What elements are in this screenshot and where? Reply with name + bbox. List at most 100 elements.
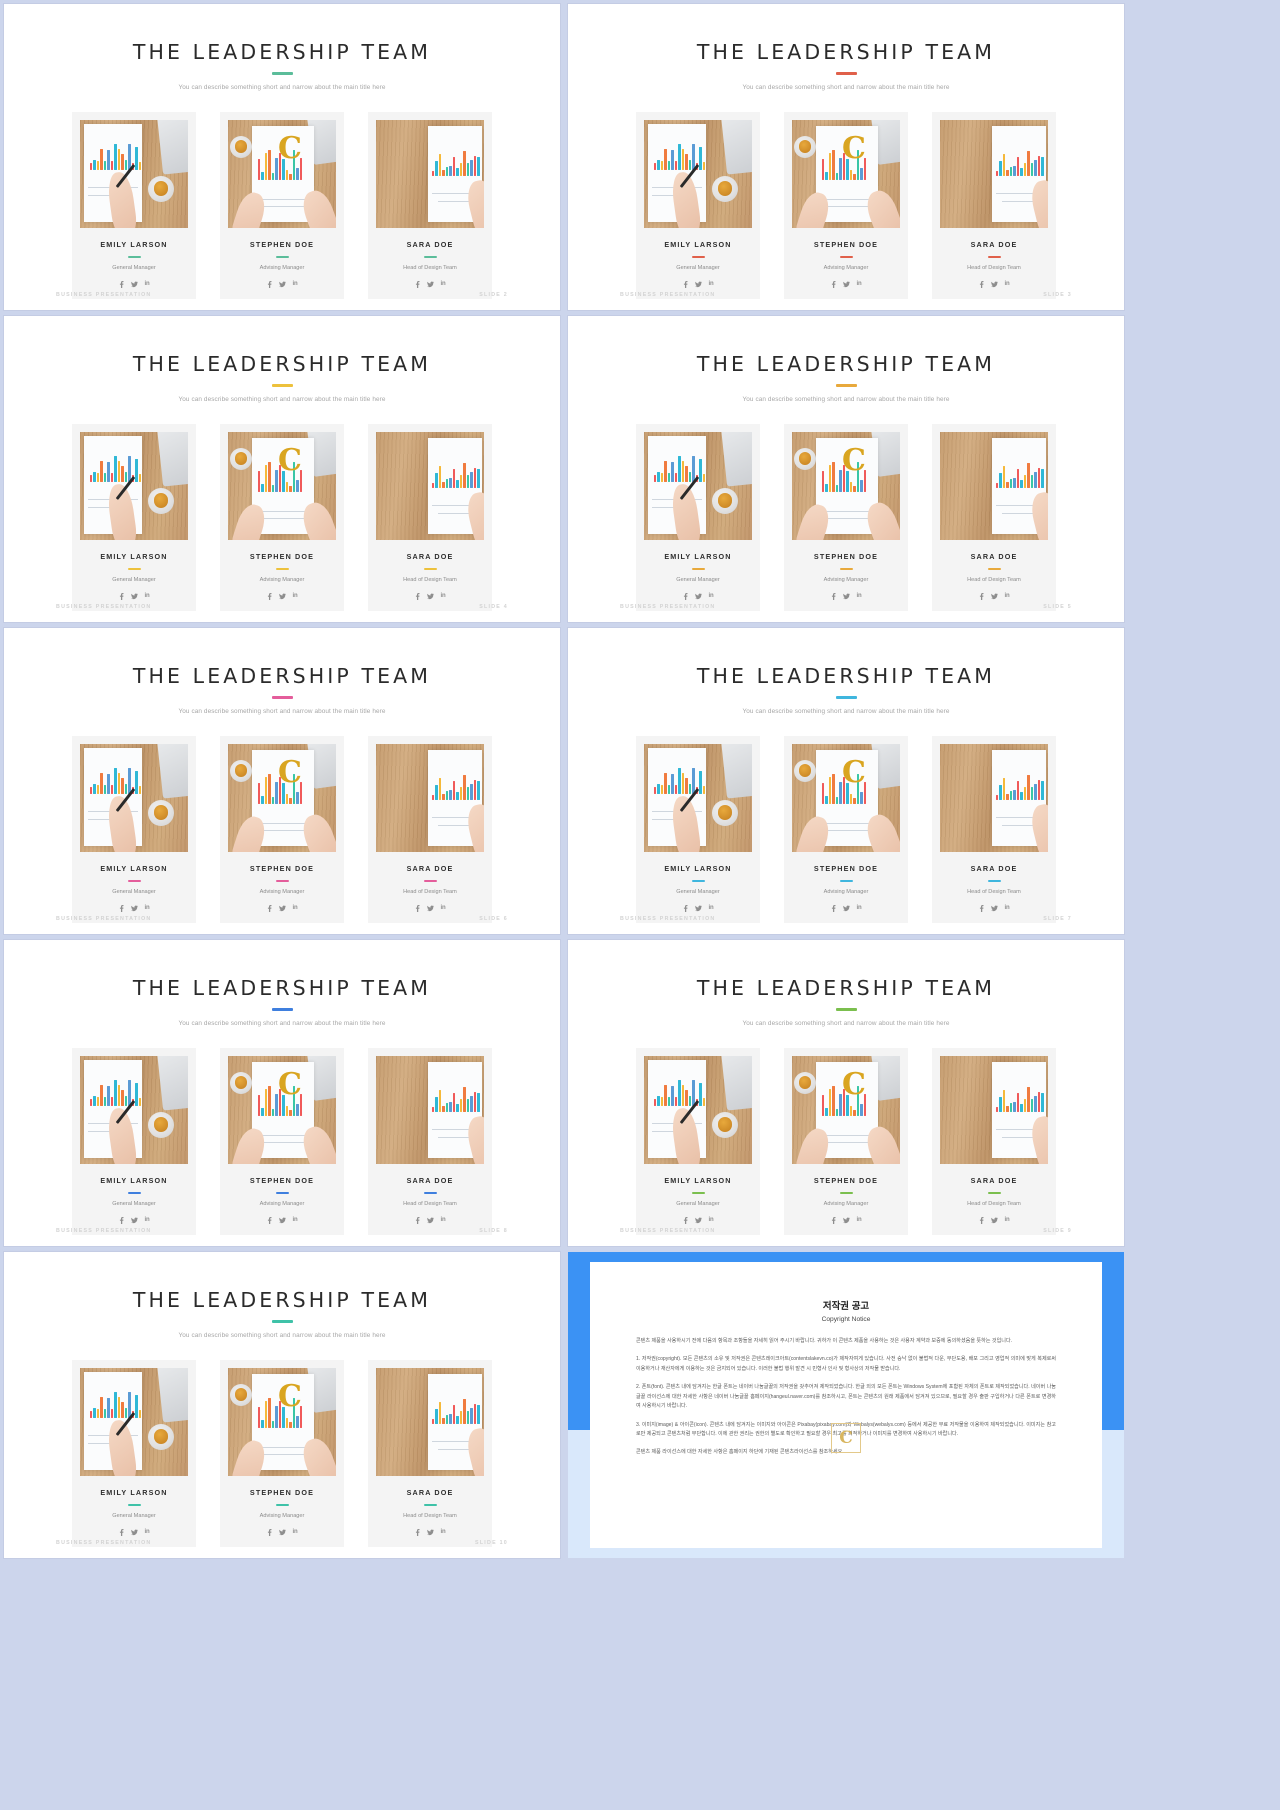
twitter-icon[interactable] bbox=[426, 593, 434, 600]
twitter-icon[interactable] bbox=[278, 281, 286, 288]
social-links[interactable]: in bbox=[683, 592, 714, 600]
facebook-icon[interactable] bbox=[683, 592, 688, 600]
copyright-slide-thumbnail[interactable]: 저작권 공고 Copyright Notice C 콘텐츠 제품을 사용하시기 … bbox=[568, 1252, 1124, 1558]
facebook-icon[interactable] bbox=[267, 280, 272, 288]
linkedin-icon[interactable]: in bbox=[709, 281, 714, 287]
twitter-icon[interactable] bbox=[990, 281, 998, 288]
team-member-card[interactable]: C STEPHEN DOE Advising Manager in bbox=[784, 735, 908, 923]
facebook-icon[interactable] bbox=[831, 904, 836, 912]
slide-thumbnail[interactable]: THE LEADERSHIP TEAM You can describe som… bbox=[568, 4, 1124, 310]
linkedin-icon[interactable]: in bbox=[145, 1217, 150, 1223]
twitter-icon[interactable] bbox=[842, 593, 850, 600]
facebook-icon[interactable] bbox=[831, 1216, 836, 1224]
facebook-icon[interactable] bbox=[415, 1528, 420, 1536]
twitter-icon[interactable] bbox=[694, 1217, 702, 1224]
twitter-icon[interactable] bbox=[426, 1529, 434, 1536]
team-member-card[interactable]: C STEPHEN DOE Advising Manager in bbox=[220, 111, 344, 299]
team-member-card[interactable]: EMILY LARSON General Manager in bbox=[636, 423, 760, 611]
facebook-icon[interactable] bbox=[415, 904, 420, 912]
facebook-icon[interactable] bbox=[979, 592, 984, 600]
team-member-card[interactable]: C STEPHEN DOE Advising Manager in bbox=[220, 423, 344, 611]
linkedin-icon[interactable]: in bbox=[709, 593, 714, 599]
team-member-card[interactable]: C STEPHEN DOE Advising Manager in bbox=[784, 1047, 908, 1235]
linkedin-icon[interactable]: in bbox=[441, 1529, 446, 1535]
social-links[interactable]: in bbox=[683, 280, 714, 288]
linkedin-icon[interactable]: in bbox=[145, 1529, 150, 1535]
social-links[interactable]: in bbox=[415, 592, 446, 600]
linkedin-icon[interactable]: in bbox=[857, 905, 862, 911]
twitter-icon[interactable] bbox=[842, 905, 850, 912]
facebook-icon[interactable] bbox=[267, 1216, 272, 1224]
twitter-icon[interactable] bbox=[426, 905, 434, 912]
slide-thumbnail[interactable]: THE LEADERSHIP TEAM You can describe som… bbox=[4, 628, 560, 934]
social-links[interactable]: in bbox=[415, 904, 446, 912]
team-member-card[interactable]: C STEPHEN DOE Advising Manager in bbox=[220, 1359, 344, 1547]
team-member-card[interactable]: EMILY LARSON General Manager in bbox=[636, 735, 760, 923]
social-links[interactable]: in bbox=[683, 904, 714, 912]
linkedin-icon[interactable]: in bbox=[441, 593, 446, 599]
social-links[interactable]: in bbox=[119, 592, 150, 600]
team-member-card[interactable]: EMILY LARSON General Manager in bbox=[72, 1047, 196, 1235]
team-member-card[interactable]: SARA DOE Head of Design Team in bbox=[932, 1047, 1056, 1235]
social-links[interactable]: in bbox=[831, 904, 862, 912]
twitter-icon[interactable] bbox=[426, 281, 434, 288]
linkedin-icon[interactable]: in bbox=[1005, 1217, 1010, 1223]
social-links[interactable]: in bbox=[267, 592, 298, 600]
facebook-icon[interactable] bbox=[415, 1216, 420, 1224]
twitter-icon[interactable] bbox=[130, 1217, 138, 1224]
facebook-icon[interactable] bbox=[683, 904, 688, 912]
social-links[interactable]: in bbox=[979, 592, 1010, 600]
social-links[interactable]: in bbox=[831, 1216, 862, 1224]
facebook-icon[interactable] bbox=[267, 1528, 272, 1536]
team-member-card[interactable]: C STEPHEN DOE Advising Manager in bbox=[784, 111, 908, 299]
linkedin-icon[interactable]: in bbox=[1005, 593, 1010, 599]
slide-thumbnail[interactable]: THE LEADERSHIP TEAM You can describe som… bbox=[4, 940, 560, 1246]
facebook-icon[interactable] bbox=[267, 592, 272, 600]
twitter-icon[interactable] bbox=[130, 281, 138, 288]
twitter-icon[interactable] bbox=[278, 593, 286, 600]
twitter-icon[interactable] bbox=[990, 593, 998, 600]
team-member-card[interactable]: SARA DOE Head of Design Team in bbox=[932, 423, 1056, 611]
social-links[interactable]: in bbox=[979, 1216, 1010, 1224]
social-links[interactable]: in bbox=[979, 280, 1010, 288]
team-member-card[interactable]: C STEPHEN DOE Advising Manager in bbox=[220, 1047, 344, 1235]
team-member-card[interactable]: SARA DOE Head of Design Team in bbox=[932, 111, 1056, 299]
linkedin-icon[interactable]: in bbox=[441, 1217, 446, 1223]
social-links[interactable]: in bbox=[267, 904, 298, 912]
twitter-icon[interactable] bbox=[990, 1217, 998, 1224]
twitter-icon[interactable] bbox=[130, 593, 138, 600]
social-links[interactable]: in bbox=[267, 280, 298, 288]
team-member-card[interactable]: SARA DOE Head of Design Team in bbox=[932, 735, 1056, 923]
slide-thumbnail[interactable]: THE LEADERSHIP TEAM You can describe som… bbox=[4, 316, 560, 622]
social-links[interactable]: in bbox=[119, 280, 150, 288]
twitter-icon[interactable] bbox=[426, 1217, 434, 1224]
twitter-icon[interactable] bbox=[130, 1529, 138, 1536]
team-member-card[interactable]: EMILY LARSON General Manager in bbox=[636, 111, 760, 299]
social-links[interactable]: in bbox=[979, 904, 1010, 912]
team-member-card[interactable]: SARA DOE Head of Design Team in bbox=[368, 735, 492, 923]
linkedin-icon[interactable]: in bbox=[145, 281, 150, 287]
linkedin-icon[interactable]: in bbox=[293, 905, 298, 911]
linkedin-icon[interactable]: in bbox=[1005, 905, 1010, 911]
team-member-card[interactable]: C STEPHEN DOE Advising Manager in bbox=[784, 423, 908, 611]
social-links[interactable]: in bbox=[267, 1528, 298, 1536]
linkedin-icon[interactable]: in bbox=[709, 1217, 714, 1223]
linkedin-icon[interactable]: in bbox=[857, 281, 862, 287]
slide-thumbnail[interactable]: THE LEADERSHIP TEAM You can describe som… bbox=[568, 316, 1124, 622]
slide-thumbnail[interactable]: THE LEADERSHIP TEAM You can describe som… bbox=[568, 940, 1124, 1246]
facebook-icon[interactable] bbox=[979, 904, 984, 912]
team-member-card[interactable]: EMILY LARSON General Manager in bbox=[72, 735, 196, 923]
social-links[interactable]: in bbox=[119, 1216, 150, 1224]
facebook-icon[interactable] bbox=[979, 280, 984, 288]
twitter-icon[interactable] bbox=[130, 905, 138, 912]
facebook-icon[interactable] bbox=[119, 280, 124, 288]
team-member-card[interactable]: SARA DOE Head of Design Team in bbox=[368, 1359, 492, 1547]
team-member-card[interactable]: C STEPHEN DOE Advising Manager in bbox=[220, 735, 344, 923]
facebook-icon[interactable] bbox=[119, 592, 124, 600]
twitter-icon[interactable] bbox=[278, 1529, 286, 1536]
social-links[interactable]: in bbox=[831, 592, 862, 600]
facebook-icon[interactable] bbox=[831, 592, 836, 600]
linkedin-icon[interactable]: in bbox=[709, 905, 714, 911]
linkedin-icon[interactable]: in bbox=[293, 1217, 298, 1223]
social-links[interactable]: in bbox=[267, 1216, 298, 1224]
